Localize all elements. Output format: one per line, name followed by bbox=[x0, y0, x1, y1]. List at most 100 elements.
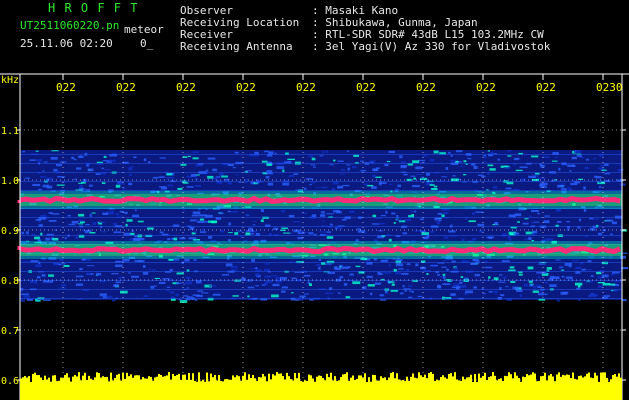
noise-speck bbox=[281, 286, 288, 289]
audio-bar bbox=[202, 379, 204, 400]
noise-speck bbox=[255, 285, 259, 287]
audio-bar bbox=[48, 377, 50, 400]
noise-speck bbox=[502, 276, 507, 279]
noise-speck bbox=[252, 220, 257, 222]
ytick-label-1: 1.0 bbox=[1, 176, 19, 187]
noise-speck bbox=[143, 295, 149, 297]
noise-speck bbox=[581, 268, 586, 271]
audio-bar bbox=[416, 378, 418, 400]
noise-speck bbox=[195, 219, 199, 221]
noise-speck bbox=[403, 173, 408, 176]
noise-speck bbox=[506, 181, 514, 185]
audio-bar bbox=[72, 376, 74, 400]
noise-speck bbox=[63, 265, 70, 267]
noise-speck bbox=[245, 232, 251, 236]
noise-speck bbox=[308, 155, 314, 158]
noise-speck bbox=[597, 285, 603, 288]
noise-speck bbox=[79, 155, 82, 158]
noise-line bbox=[20, 163, 622, 164]
noise-speck bbox=[282, 182, 290, 186]
noise-speck bbox=[322, 220, 325, 222]
noise-speck bbox=[40, 175, 47, 178]
noise-speck bbox=[349, 273, 354, 276]
xtick-label-9: 0230 bbox=[596, 81, 623, 94]
noise-speck bbox=[351, 166, 357, 169]
noise-speck bbox=[561, 269, 565, 271]
audio-bar bbox=[384, 377, 386, 400]
audio-bar bbox=[412, 373, 414, 400]
audio-bar bbox=[326, 373, 328, 400]
noise-speck bbox=[264, 150, 269, 153]
noise-speck bbox=[426, 273, 429, 275]
noise-speck bbox=[556, 221, 562, 223]
audio-bar bbox=[236, 375, 238, 400]
noise-speck bbox=[483, 161, 487, 163]
noise-speck bbox=[468, 220, 476, 223]
audio-bar bbox=[340, 376, 342, 400]
noise-speck bbox=[507, 155, 512, 157]
audio-bar bbox=[420, 375, 422, 400]
ytick-label-2: 0.9 bbox=[1, 226, 19, 237]
noise-speck bbox=[593, 157, 596, 160]
noise-speck bbox=[76, 167, 82, 170]
audio-bar bbox=[440, 377, 442, 400]
audio-bar bbox=[212, 377, 214, 400]
noise-speck bbox=[313, 166, 316, 168]
noise-speck bbox=[339, 173, 346, 175]
noise-speck bbox=[103, 155, 107, 158]
noise-speck bbox=[412, 185, 420, 188]
noise-speck bbox=[89, 232, 96, 234]
noise-speck bbox=[227, 181, 232, 185]
audio-bar bbox=[192, 373, 194, 400]
noise-line bbox=[20, 262, 622, 263]
noise-speck bbox=[460, 285, 467, 288]
audio-bar bbox=[506, 376, 508, 400]
noise-speck bbox=[460, 165, 463, 167]
audio-bar bbox=[372, 374, 374, 400]
audio-bar bbox=[196, 381, 198, 400]
noise-speck bbox=[347, 167, 350, 171]
noise-speck bbox=[137, 220, 144, 223]
noise-speck bbox=[24, 177, 30, 179]
noise-speck bbox=[113, 284, 119, 287]
audio-bar bbox=[432, 373, 434, 400]
audio-bar bbox=[426, 378, 428, 400]
noise-speck bbox=[281, 290, 286, 293]
noise-speck bbox=[528, 175, 536, 178]
noise-speck bbox=[40, 215, 47, 217]
audio-bar bbox=[374, 375, 376, 400]
audio-bar bbox=[24, 375, 26, 400]
audio-bar bbox=[472, 381, 474, 400]
audio-bar bbox=[310, 375, 312, 400]
noise-speck bbox=[411, 214, 414, 216]
noise-speck bbox=[360, 169, 367, 172]
audio-bar bbox=[258, 377, 260, 400]
noise-speck bbox=[515, 169, 523, 172]
noise-speck bbox=[453, 283, 460, 287]
noise-speck bbox=[429, 265, 438, 267]
noise-speck bbox=[371, 223, 380, 225]
audio-bar bbox=[106, 376, 108, 400]
noise-speck bbox=[464, 293, 468, 295]
noise-speck bbox=[569, 170, 572, 172]
audio-bar bbox=[438, 380, 440, 400]
noise-speck bbox=[136, 260, 139, 263]
audio-bar bbox=[220, 381, 222, 400]
audio-bar bbox=[160, 374, 162, 400]
noise-speck bbox=[191, 174, 197, 177]
noise-line bbox=[20, 298, 622, 299]
noise-speck bbox=[415, 263, 419, 267]
noise-speck bbox=[375, 176, 382, 178]
audio-bar bbox=[454, 372, 456, 400]
noise-speck bbox=[299, 295, 306, 298]
noise-speck bbox=[325, 263, 332, 265]
audio-bar bbox=[602, 372, 604, 400]
audio-bar bbox=[616, 376, 618, 400]
noise-speck bbox=[518, 273, 523, 276]
audio-bar bbox=[402, 379, 404, 400]
audio-bar bbox=[484, 372, 486, 400]
audio-bar bbox=[94, 377, 96, 400]
noise-speck bbox=[22, 260, 31, 262]
noise-speck bbox=[271, 294, 279, 298]
noise-speck bbox=[326, 213, 334, 215]
